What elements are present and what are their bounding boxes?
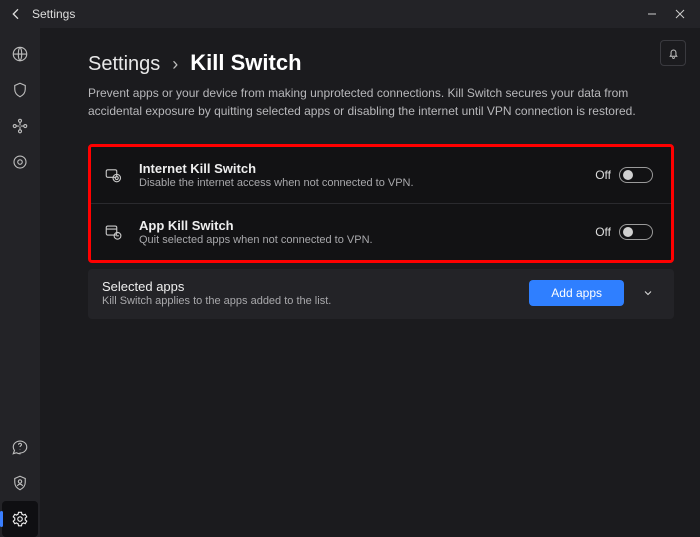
back-button[interactable] <box>8 6 24 22</box>
highlighted-settings-group: Internet Kill Switch Disable the interne… <box>88 144 674 263</box>
setting-title: App Kill Switch <box>139 218 581 233</box>
add-apps-button[interactable]: Add apps <box>529 280 624 306</box>
selected-apps-title: Selected apps <box>102 279 517 294</box>
sidebar-item-help[interactable] <box>2 429 38 465</box>
internet-kill-toggle[interactable] <box>619 167 653 183</box>
titlebar: Settings <box>0 0 700 28</box>
sidebar-item-shield[interactable] <box>2 72 38 108</box>
minimize-button[interactable] <box>638 0 666 28</box>
setting-desc: Disable the internet access when not con… <box>139 177 581 189</box>
setting-title: Internet Kill Switch <box>139 161 581 176</box>
app-kill-icon <box>101 220 125 244</box>
selected-apps-desc: Kill Switch applies to the apps added to… <box>102 295 517 307</box>
internet-kill-icon <box>101 163 125 187</box>
setting-internet-kill-switch: Internet Kill Switch Disable the interne… <box>91 147 671 203</box>
selected-apps-section: Selected apps Kill Switch applies to the… <box>88 269 674 319</box>
toggle-state-label: Off <box>595 168 611 182</box>
breadcrumb-parent[interactable]: Settings <box>88 53 160 76</box>
sidebar-item-meshnet[interactable] <box>2 108 38 144</box>
window-title: Settings <box>32 7 75 21</box>
toggle-state-label: Off <box>595 225 611 239</box>
close-button[interactable] <box>666 0 694 28</box>
sidebar-item-settings[interactable] <box>2 501 38 537</box>
notifications-button[interactable] <box>660 40 686 66</box>
sidebar-item-account[interactable] <box>2 465 38 501</box>
sidebar <box>0 28 40 537</box>
app-kill-toggle[interactable] <box>619 224 653 240</box>
sidebar-item-target[interactable] <box>2 144 38 180</box>
page-description: Prevent apps or your device from making … <box>88 84 648 120</box>
main-content: Settings › Kill Switch Prevent apps or y… <box>40 28 700 537</box>
setting-app-kill-switch: App Kill Switch Quit selected apps when … <box>91 203 671 260</box>
sidebar-item-globe[interactable] <box>2 36 38 72</box>
chevron-right-icon: › <box>172 54 178 75</box>
breadcrumb: Settings › Kill Switch <box>88 50 674 76</box>
expand-apps-button[interactable] <box>636 281 660 305</box>
page-title: Kill Switch <box>190 50 301 76</box>
setting-desc: Quit selected apps when not connected to… <box>139 234 581 246</box>
